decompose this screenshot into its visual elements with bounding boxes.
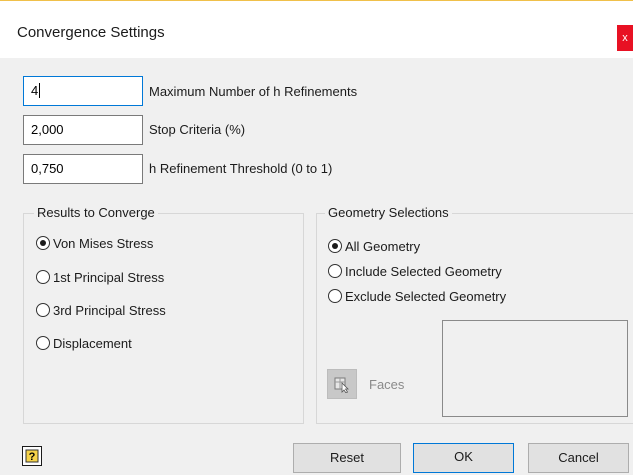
radio-1st-principal[interactable]: 1st Principal Stress <box>36 266 164 288</box>
close-button[interactable]: x <box>617 25 633 51</box>
radio-button[interactable] <box>328 264 342 278</box>
refinement-threshold-label: h Refinement Threshold (0 to 1) <box>149 161 333 176</box>
radio-button-selected[interactable] <box>36 236 50 250</box>
help-button[interactable]: ? <box>22 446 42 466</box>
radio-displacement[interactable]: Displacement <box>36 332 132 354</box>
refinement-threshold-value: 0,750 <box>31 161 64 176</box>
radio-label: Exclude Selected Geometry <box>345 288 507 304</box>
radio-exclude-selected[interactable]: Exclude Selected Geometry <box>328 285 506 307</box>
cancel-button[interactable]: Cancel <box>528 443 629 473</box>
radio-label: 3rd Principal Stress <box>53 302 166 318</box>
max-refinements-label: Maximum Number of h Refinements <box>149 84 358 99</box>
radio-label: Displacement <box>53 335 132 351</box>
radio-label: 1st Principal Stress <box>53 269 165 285</box>
faces-label: Faces <box>369 377 405 392</box>
reset-button[interactable]: Reset <box>293 443 401 473</box>
help-icon: ? <box>25 449 39 463</box>
radio-button[interactable] <box>36 336 50 350</box>
max-refinements-input[interactable]: 4 <box>23 76 143 106</box>
faces-select-button[interactable] <box>327 369 357 399</box>
stop-criteria-value: 2,000 <box>31 122 64 137</box>
radio-label: Include Selected Geometry <box>345 263 502 279</box>
dialog-title: Convergence Settings <box>17 24 165 41</box>
radio-button[interactable] <box>328 289 342 303</box>
ok-button[interactable]: OK <box>413 443 514 473</box>
radio-button[interactable] <box>36 303 50 317</box>
max-refinements-value: 4 <box>31 83 39 98</box>
radio-label: Von Mises Stress <box>53 235 154 251</box>
radio-von-mises[interactable]: Von Mises Stress <box>36 232 153 254</box>
radio-all-geometry[interactable]: All Geometry <box>328 235 420 257</box>
radio-3rd-principal[interactable]: 3rd Principal Stress <box>36 299 166 321</box>
selection-list-box[interactable] <box>442 320 628 417</box>
close-icon: x <box>622 32 628 44</box>
text-caret <box>39 83 41 98</box>
radio-label: All Geometry <box>345 238 421 254</box>
geometry-selections-title: Geometry Selections <box>325 205 452 220</box>
ok-button-label: OK <box>454 449 473 464</box>
radio-include-selected[interactable]: Include Selected Geometry <box>328 260 502 282</box>
radio-button[interactable] <box>36 270 50 284</box>
stop-criteria-input[interactable]: 2,000 <box>23 115 143 145</box>
face-select-icon <box>334 377 349 393</box>
radio-button-selected[interactable] <box>328 239 342 253</box>
stop-criteria-label: Stop Criteria (%) <box>149 122 246 137</box>
svg-text:?: ? <box>29 451 36 463</box>
results-to-converge-title: Results to Converge <box>34 205 158 220</box>
refinement-threshold-input[interactable]: 0,750 <box>23 154 143 184</box>
window-top-border <box>0 0 633 1</box>
